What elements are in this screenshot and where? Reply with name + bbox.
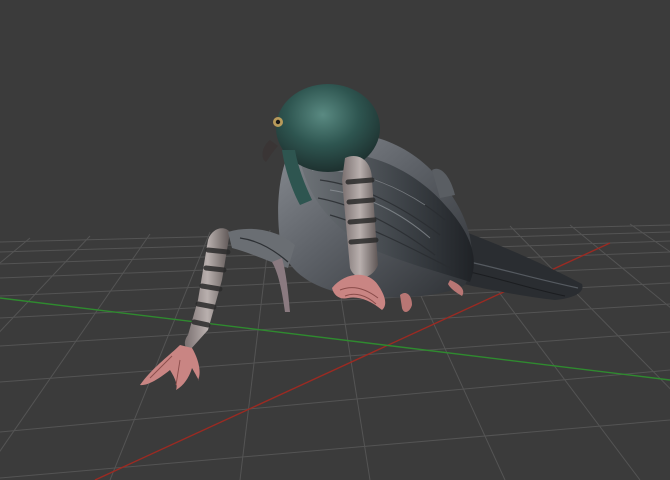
3d-viewport[interactable] bbox=[0, 0, 670, 480]
pigeon-beak bbox=[262, 140, 278, 162]
pigeon-foot-left bbox=[140, 345, 200, 390]
viewport-canvas[interactable] bbox=[0, 0, 670, 480]
